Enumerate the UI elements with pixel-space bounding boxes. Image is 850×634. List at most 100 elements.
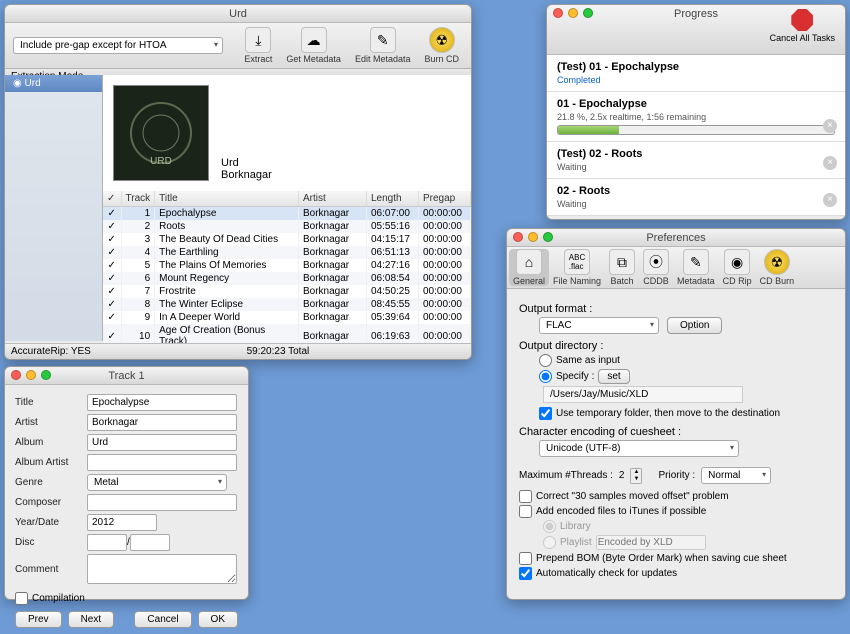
table-row[interactable]: ✓6Mount RegencyBorknagar06:08:5400:00:00 (103, 272, 471, 285)
same-as-input-radio[interactable] (539, 354, 552, 367)
table-row[interactable]: ✓8The Winter EclipseBorknagar08:45:5500:… (103, 298, 471, 311)
track1-titlebar[interactable]: Track 1 (5, 367, 248, 385)
cancel-task-button[interactable]: × (823, 193, 837, 207)
table-row[interactable]: ✓2RootsBorknagar05:55:1600:00:00 (103, 220, 471, 233)
pregap-dropdown[interactable]: Include pre-gap except for HTOA (13, 37, 223, 54)
encoding-dropdown[interactable]: Unicode (UTF-8) (539, 440, 739, 457)
task-item: (Test) 02 - RootsWaiting× (547, 142, 845, 179)
table-row[interactable]: ✓7FrostriteBorknagar04:50:2500:00:00 (103, 285, 471, 298)
cancel-button[interactable]: Cancel (134, 611, 191, 628)
zoom-icon[interactable] (543, 232, 553, 242)
burn-icon: ☢ (429, 27, 455, 53)
prefs-title: Preferences (507, 232, 845, 244)
col-track[interactable]: Track (121, 191, 155, 207)
tab-cddb[interactable]: ⦿CDDB (639, 249, 673, 286)
prefs-tabs: ⌂General ABC.flacFile Naming ⧉Batch ⦿CDD… (507, 247, 845, 289)
main-title: Urd (5, 8, 471, 20)
option-button[interactable]: Option (667, 317, 722, 334)
prev-button[interactable]: Prev (15, 611, 62, 628)
tab-general[interactable]: ⌂General (509, 249, 549, 286)
prefs-titlebar[interactable]: Preferences (507, 229, 845, 247)
table-row[interactable]: ✓5The Plains Of MemoriesBorknagar04:27:1… (103, 259, 471, 272)
edit-metadata-icon: ✎ (370, 27, 396, 53)
cancel-task-button[interactable]: × (823, 119, 837, 133)
minimize-icon[interactable] (568, 8, 578, 18)
minimize-icon[interactable] (528, 232, 538, 242)
main-toolbar: Include pre-gap except for HTOA ⤓Extract… (5, 23, 471, 69)
composer-field[interactable] (87, 494, 237, 511)
genre-dropdown[interactable]: Metal (87, 474, 227, 491)
year-field[interactable] (87, 514, 157, 531)
album-field[interactable] (87, 434, 237, 451)
table-row[interactable]: ✓3The Beauty Of Dead CitiesBorknagar04:1… (103, 233, 471, 246)
main-area: URD Urd Borknagar ✓ Track Title Artist L… (103, 75, 471, 341)
main-window: Urd Include pre-gap except for HTOA ⤓Ext… (4, 4, 472, 360)
specify-radio[interactable] (539, 370, 552, 383)
table-row[interactable]: ✓1EpochalypseBorknagar06:07:0000:00:00 (103, 207, 471, 221)
comment-field[interactable] (87, 554, 237, 584)
burn-cd-button[interactable]: ☢Burn CD (420, 27, 463, 64)
disc-b-field[interactable] (130, 534, 170, 551)
disc-a-field[interactable] (87, 534, 127, 551)
prefs-body: Output format : FLAC Option Output direc… (507, 289, 845, 590)
album-header: URD Urd Borknagar (103, 75, 471, 191)
album-artist: Borknagar (221, 169, 272, 181)
get-metadata-icon: ☁ (301, 27, 327, 53)
main-titlebar[interactable]: Urd (5, 5, 471, 23)
tab-cd-burn[interactable]: ☢CD Burn (756, 249, 799, 286)
playlist-radio (543, 536, 556, 549)
col-length[interactable]: Length (367, 191, 419, 207)
add-itunes-checkbox[interactable] (519, 505, 532, 518)
col-pregap[interactable]: Pregap (419, 191, 471, 207)
task-list: (Test) 01 - EpochalypseCompleted01 - Epo… (547, 55, 845, 216)
col-artist[interactable]: Artist (299, 191, 367, 207)
album-artist-field[interactable] (87, 454, 237, 471)
artist-field[interactable] (87, 414, 237, 431)
compilation-checkbox[interactable] (15, 592, 28, 605)
progress-titlebar[interactable]: Progress Cancel All Tasks (547, 5, 845, 55)
ok-button[interactable]: OK (198, 611, 238, 628)
filenaming-icon: ABC.flac (564, 249, 590, 275)
threads-stepper[interactable]: ▲▼ (630, 468, 642, 484)
tab-batch[interactable]: ⧉Batch (605, 249, 639, 286)
sidebar-item-disc[interactable]: ◉ Urd (5, 75, 102, 92)
close-icon[interactable] (11, 370, 21, 380)
get-metadata-button[interactable]: ☁Get Metadata (282, 27, 345, 64)
threads-value: 2 (619, 470, 625, 481)
stop-icon (791, 9, 813, 31)
edit-metadata-button[interactable]: ✎Edit Metadata (351, 27, 415, 64)
sidebar: ◉ Urd (5, 75, 103, 341)
priority-dropdown[interactable]: Normal (701, 467, 771, 484)
tab-metadata[interactable]: ✎Metadata (673, 249, 719, 286)
zoom-icon[interactable] (41, 370, 51, 380)
col-check[interactable]: ✓ (103, 191, 121, 207)
close-icon[interactable] (553, 8, 563, 18)
use-temp-checkbox[interactable] (539, 407, 552, 420)
tab-file-naming[interactable]: ABC.flacFile Naming (549, 249, 605, 286)
zoom-icon[interactable] (583, 8, 593, 18)
format-dropdown[interactable]: FLAC (539, 317, 659, 334)
table-row[interactable]: ✓4The EarthlingBorknagar06:51:1300:00:00 (103, 246, 471, 259)
extract-icon: ⤓ (245, 27, 271, 53)
correct30-checkbox[interactable] (519, 490, 532, 503)
auto-update-checkbox[interactable] (519, 567, 532, 580)
album-cover[interactable]: URD (113, 85, 209, 181)
task-item: 02 - RootsWaiting× (547, 179, 845, 216)
set-button[interactable]: set (598, 369, 629, 384)
playlist-name-field (596, 535, 706, 550)
prepend-bom-checkbox[interactable] (519, 552, 532, 565)
close-icon[interactable] (513, 232, 523, 242)
track-table: ✓ Track Title Artist Length Pregap ✓1Epo… (103, 191, 471, 348)
cancel-all-button[interactable]: Cancel All Tasks (770, 9, 835, 43)
extract-button[interactable]: ⤓Extract (240, 27, 276, 64)
accurip-status: AccurateRip: YES (11, 346, 91, 357)
next-button[interactable]: Next (68, 611, 115, 628)
minimize-icon[interactable] (26, 370, 36, 380)
table-row[interactable]: ✓9In A Deeper WorldBorknagar05:39:6400:0… (103, 311, 471, 324)
tab-cd-rip[interactable]: ◉CD Rip (719, 249, 756, 286)
cddb-icon: ⦿ (643, 249, 669, 275)
cancel-task-button[interactable]: × (823, 156, 837, 170)
general-icon: ⌂ (516, 249, 542, 275)
title-field[interactable] (87, 394, 237, 411)
col-title[interactable]: Title (155, 191, 299, 207)
